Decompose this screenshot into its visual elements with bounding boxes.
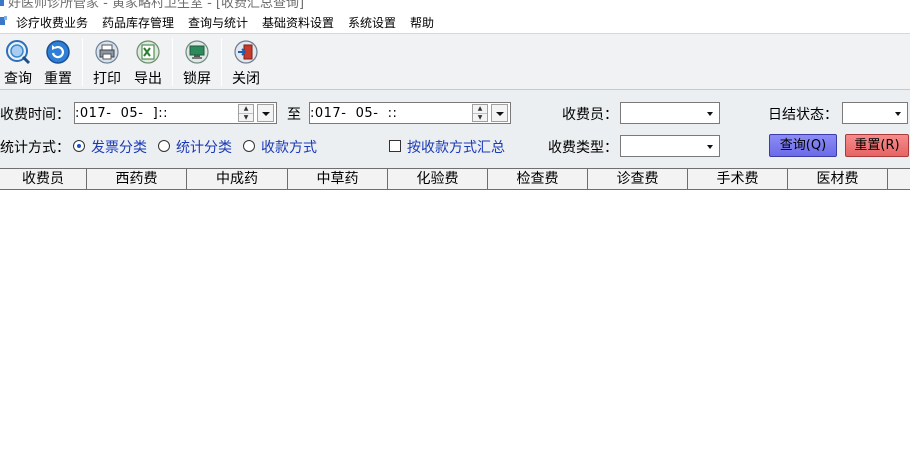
menu-item-drug-inventory[interactable]: 药品库存管理 (102, 14, 174, 31)
toolbar-separator (172, 38, 173, 86)
toolbar-lock-button[interactable]: 锁屏 (181, 39, 213, 87)
date-from-dropdown-button[interactable] (257, 104, 274, 122)
filter-panel: 收费时间： :017- 05- ]:: ▲ ▼ 至 :017- 05- :: ▲ ▼… (0, 90, 910, 168)
summary-by-payment-checkbox[interactable] (389, 140, 401, 152)
column-header-medical-supplies-fee[interactable]: 医材费 (788, 169, 888, 189)
radio-payment-method[interactable] (243, 140, 255, 152)
menu-item-basic-settings[interactable]: 基础资料设置 (262, 14, 334, 31)
toolbar-separator (221, 38, 222, 86)
stat-mode-label: 统计方式： (0, 140, 70, 156)
grid-header: 收费员 西药费 中成药 中草药 化验费 检查费 诊查费 手术费 医材费 (0, 168, 910, 190)
search-icon (6, 40, 31, 65)
date-to-dropdown-button[interactable] (491, 104, 508, 122)
toolbar-query-button[interactable]: 查询 (2, 39, 34, 87)
printer-icon (95, 40, 119, 64)
toolbar-query-label: 查询 (4, 71, 32, 87)
query-button[interactable]: 查询(Q) (769, 134, 837, 157)
menu-bar: 诊疗收费业务 药品库存管理 查询与统计 基础资料设置 系统设置 帮助 (0, 11, 910, 33)
daily-status-select[interactable] (842, 102, 908, 124)
fee-type-select[interactable] (620, 135, 720, 157)
toolbar-reset-label: 重置 (44, 71, 72, 87)
toolbar-close-button[interactable]: 关闭 (230, 39, 262, 87)
fee-type-label: 收费类型： (548, 140, 618, 156)
excel-export-icon (136, 40, 160, 64)
toolbar-export-button[interactable]: 导出 (131, 39, 165, 87)
date-from-picker[interactable]: :017- 05- ]:: ▲ ▼ (74, 102, 277, 124)
radio-stat-category[interactable] (158, 140, 170, 152)
date-to-picker[interactable]: :017- 05- :: ▲ ▼ (309, 102, 511, 124)
cashier-label: 收费员： (562, 107, 618, 123)
column-header-cashier[interactable]: 收费员 (0, 169, 87, 189)
radio-invoice-category[interactable] (73, 140, 85, 152)
reset-button[interactable]: 重置(R) (845, 134, 909, 157)
summary-by-payment-label[interactable]: 按收款方式汇总 (407, 137, 505, 157)
radio-invoice-category-label[interactable]: 发票分类 (91, 137, 147, 157)
chevron-down-icon (707, 112, 713, 116)
menu-app-icon (0, 16, 7, 25)
column-header-surgery-fee[interactable]: 手术费 (688, 169, 788, 189)
toolbar-separator (82, 38, 83, 86)
daily-status-label: 日结状态： (768, 107, 838, 123)
chevron-down-icon (895, 112, 901, 116)
monitor-lock-icon (185, 40, 209, 64)
toolbar: 查询 重置 打印 导出 锁屏 关闭 (0, 33, 910, 90)
toolbar-lock-label: 锁屏 (183, 71, 211, 87)
date-from-value: :017- 05- ]:: (75, 106, 168, 121)
toolbar-close-label: 关闭 (232, 71, 260, 87)
cashier-select[interactable] (620, 102, 720, 124)
window-titlebar: 好医师诊所管家 - 黄家略村卫生室 - [收费汇总查询] (0, 0, 910, 11)
grid-body[interactable] (0, 190, 910, 473)
column-header-consultation-fee[interactable]: 诊查费 (588, 169, 688, 189)
toolbar-print-label: 打印 (93, 71, 121, 87)
chevron-down-icon (707, 145, 713, 149)
charge-time-label: 收费时间： (0, 107, 70, 123)
date-to-value: :017- 05- :: (310, 106, 398, 121)
column-header-lab-fee[interactable]: 化验费 (388, 169, 488, 189)
menu-item-help[interactable]: 帮助 (410, 14, 434, 31)
refresh-icon (46, 40, 70, 64)
exit-door-icon (234, 40, 258, 64)
toolbar-export-label: 导出 (134, 71, 162, 87)
menu-item-query-stats[interactable]: 查询与统计 (188, 14, 248, 31)
menu-item-system-settings[interactable]: 系统设置 (348, 14, 396, 31)
app-icon (0, 0, 4, 6)
toolbar-print-button[interactable]: 打印 (91, 39, 123, 87)
window-title: 好医师诊所管家 - 黄家略村卫生室 - [收费汇总查询] (8, 0, 305, 11)
toolbar-reset-button[interactable]: 重置 (42, 39, 74, 87)
menu-item-clinic-billing[interactable]: 诊疗收费业务 (16, 14, 88, 31)
column-header-herbal-medicine[interactable]: 中草药 (288, 169, 388, 189)
radio-stat-category-label[interactable]: 统计分类 (176, 137, 232, 157)
column-header-exam-fee[interactable]: 检查费 (488, 169, 588, 189)
column-header-western-drug[interactable]: 西药费 (87, 169, 187, 189)
radio-payment-method-label[interactable]: 收款方式 (261, 137, 317, 157)
date-to-spinner[interactable]: ▲ ▼ (472, 104, 488, 122)
column-header-patent-medicine[interactable]: 中成药 (187, 169, 288, 189)
date-from-spinner[interactable]: ▲ ▼ (238, 104, 254, 122)
to-label: 至 (287, 107, 301, 123)
